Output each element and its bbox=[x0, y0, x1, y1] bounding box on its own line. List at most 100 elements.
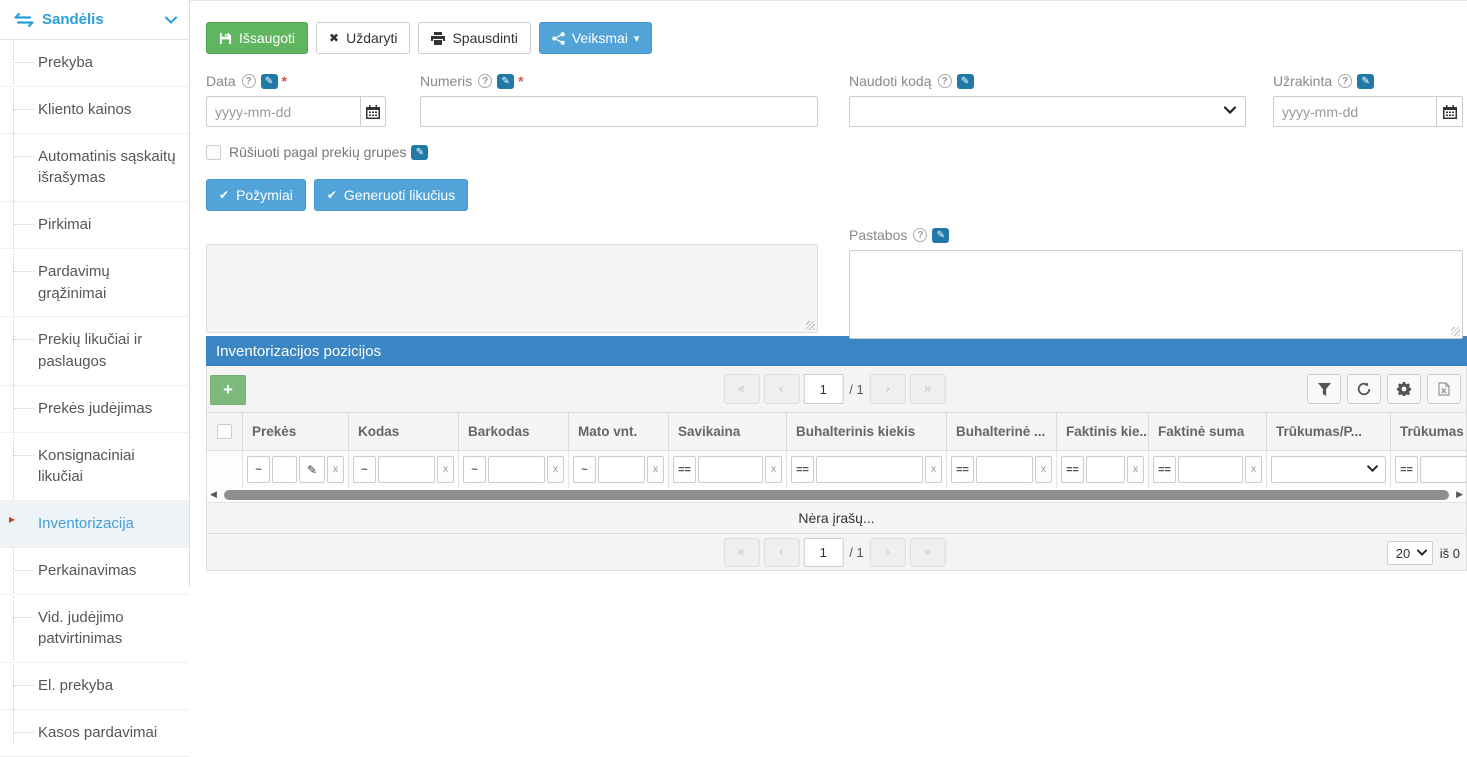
filter-button[interactable] bbox=[1307, 374, 1341, 404]
next-page-button[interactable]: › bbox=[870, 374, 906, 404]
filter-operator[interactable]: == bbox=[951, 456, 974, 483]
help-icon[interactable]: ? bbox=[913, 228, 927, 242]
refresh-button[interactable] bbox=[1347, 374, 1381, 404]
filter-input[interactable] bbox=[1178, 456, 1243, 483]
filter-operator[interactable]: ~ bbox=[247, 456, 270, 483]
help-icon[interactable]: ? bbox=[938, 74, 952, 88]
filter-input[interactable] bbox=[378, 456, 435, 483]
last-page-button[interactable]: » bbox=[910, 374, 946, 404]
filter-input[interactable] bbox=[272, 456, 297, 483]
sidebar-item-automatinis-saskaitu-israsymas[interactable]: Automatinis sąskaitų išrašymas bbox=[0, 134, 189, 203]
export-excel-button[interactable] bbox=[1427, 374, 1461, 404]
clear-filter-button[interactable]: x bbox=[1245, 456, 1262, 483]
calendar-button[interactable] bbox=[1436, 96, 1463, 127]
clear-filter-button[interactable]: x bbox=[1127, 456, 1144, 483]
edit-field-icon[interactable]: ✎ bbox=[1357, 74, 1374, 89]
filter-operator[interactable]: == bbox=[1153, 456, 1176, 483]
filter-operator[interactable]: ~ bbox=[463, 456, 486, 483]
sidebar-item-kasos-pardavimai[interactable]: Kasos pardavimai bbox=[0, 710, 189, 757]
scroll-right-icon[interactable]: ▶ bbox=[1456, 490, 1463, 500]
sidebar-item-prekes-judejimas[interactable]: Prekės judėjimas bbox=[0, 386, 189, 433]
print-button[interactable]: Spausdinti bbox=[418, 22, 530, 54]
filter-input[interactable] bbox=[698, 456, 763, 483]
sidebar-header[interactable]: Sandėlis bbox=[0, 0, 189, 40]
settings-button[interactable] bbox=[1387, 374, 1421, 404]
last-page-button[interactable]: » bbox=[910, 538, 946, 567]
help-icon[interactable]: ? bbox=[242, 74, 256, 88]
data-date-input[interactable] bbox=[206, 96, 360, 127]
filter-operator[interactable]: ~ bbox=[573, 456, 596, 483]
edit-field-icon[interactable]: ✎ bbox=[957, 74, 974, 89]
filter-input[interactable] bbox=[976, 456, 1033, 483]
sidebar-item-vid-judejimo-patvirtinimas[interactable]: Vid. judėjimo patvirtinimas bbox=[0, 595, 189, 664]
edit-field-icon[interactable]: ✎ bbox=[497, 74, 514, 89]
next-page-button[interactable]: › bbox=[870, 538, 906, 567]
column-header-buhalterinis-kiekis[interactable]: Buhalterinis kiekis bbox=[787, 413, 947, 451]
column-header-faktine-suma[interactable]: Faktinė suma bbox=[1149, 413, 1267, 451]
column-header-mato-vnt[interactable]: Mato vnt. bbox=[569, 413, 669, 451]
naudoti-koda-select[interactable] bbox=[849, 96, 1246, 127]
filter-input[interactable] bbox=[816, 456, 923, 483]
page-number-input[interactable] bbox=[803, 538, 843, 567]
column-header-barkodas[interactable]: Barkodas bbox=[459, 413, 569, 451]
calendar-button[interactable] bbox=[360, 96, 386, 127]
select-all-checkbox[interactable] bbox=[217, 424, 232, 439]
column-header-faktinis-kiekis[interactable]: Faktinis kie... bbox=[1057, 413, 1149, 451]
filter-select[interactable] bbox=[1271, 456, 1386, 483]
save-button[interactable]: Išsaugoti bbox=[206, 22, 308, 54]
sidebar-item-pirkimai[interactable]: Pirkimai bbox=[0, 202, 189, 249]
clear-filter-button[interactable]: x bbox=[547, 456, 564, 483]
page-number-input[interactable] bbox=[803, 374, 843, 404]
prev-page-button[interactable]: ‹ bbox=[763, 374, 799, 404]
edit-field-icon[interactable]: ✎ bbox=[261, 74, 278, 89]
clear-filter-button[interactable]: x bbox=[437, 456, 454, 483]
numeris-input[interactable] bbox=[420, 96, 818, 127]
clear-filter-button[interactable]: x bbox=[647, 456, 664, 483]
lookup-pencil-icon[interactable]: ✎ bbox=[299, 456, 325, 483]
filter-input[interactable] bbox=[1420, 456, 1466, 483]
sidebar-item-perkainavimas[interactable]: Perkainavimas bbox=[0, 548, 189, 595]
column-header-prekes[interactable]: Prekės bbox=[243, 413, 349, 451]
clear-filter-button[interactable]: x bbox=[765, 456, 782, 483]
sidebar-item-prekiu-likuciai[interactable]: Prekių likučiai ir paslaugos bbox=[0, 317, 189, 386]
sidebar-item-kliento-kainos[interactable]: Kliento kainos bbox=[0, 87, 189, 134]
column-header-trukumas-p[interactable]: Trūkumas/P... bbox=[1267, 413, 1391, 451]
column-header-savikaina[interactable]: Savikaina bbox=[669, 413, 787, 451]
column-header-trukumas[interactable]: Trūkumas bbox=[1391, 413, 1466, 451]
column-header-kodas[interactable]: Kodas bbox=[349, 413, 459, 451]
first-page-button[interactable]: « bbox=[723, 374, 759, 404]
filter-operator[interactable]: == bbox=[673, 456, 696, 483]
edit-field-icon[interactable]: ✎ bbox=[411, 145, 428, 160]
prev-page-button[interactable]: ‹ bbox=[763, 538, 799, 567]
close-button[interactable]: ✖ Uždaryti bbox=[316, 22, 410, 54]
pozymiai-button[interactable]: ✔ Požymiai bbox=[206, 179, 306, 211]
pastabos-textarea[interactable] bbox=[849, 250, 1463, 339]
page-size-select[interactable]: 20 bbox=[1387, 541, 1433, 565]
help-icon[interactable]: ? bbox=[478, 74, 492, 88]
sidebar-item-el-prekyba[interactable]: El. prekyba bbox=[0, 663, 189, 710]
filter-input[interactable] bbox=[488, 456, 545, 483]
clear-filter-button[interactable]: x bbox=[327, 456, 344, 483]
sidebar-item-pardavimu-grazinimai[interactable]: Pardavimų grąžinimai bbox=[0, 249, 189, 318]
add-row-button[interactable]: + bbox=[210, 375, 246, 405]
sidebar-item-inventorizacija[interactable]: ▸ Inventorizacija bbox=[0, 501, 189, 548]
sidebar-item-prekyba[interactable]: Prekyba bbox=[0, 40, 189, 87]
actions-dropdown-button[interactable]: Veiksmai ▾ bbox=[539, 22, 653, 54]
filter-operator[interactable]: == bbox=[791, 456, 814, 483]
sort-checkbox[interactable] bbox=[206, 145, 221, 160]
generuoti-likucius-button[interactable]: ✔ Generuoti likučius bbox=[314, 179, 468, 211]
filter-input[interactable] bbox=[598, 456, 645, 483]
clear-filter-button[interactable]: x bbox=[925, 456, 942, 483]
filter-operator[interactable]: == bbox=[1061, 456, 1084, 483]
clear-filter-button[interactable]: x bbox=[1035, 456, 1052, 483]
filter-operator[interactable]: == bbox=[1395, 456, 1418, 483]
filter-operator[interactable]: ~ bbox=[353, 456, 376, 483]
scroll-left-icon[interactable]: ◀ bbox=[210, 490, 217, 500]
edit-field-icon[interactable]: ✎ bbox=[932, 228, 949, 243]
sidebar-item-konsignaciniai-likuciai[interactable]: Konsignaciniai likučiai bbox=[0, 433, 189, 502]
description-textarea[interactable] bbox=[206, 244, 818, 333]
help-icon[interactable]: ? bbox=[1338, 74, 1352, 88]
first-page-button[interactable]: « bbox=[723, 538, 759, 567]
scrollbar-thumb[interactable] bbox=[224, 490, 1449, 500]
filter-input[interactable] bbox=[1086, 456, 1125, 483]
